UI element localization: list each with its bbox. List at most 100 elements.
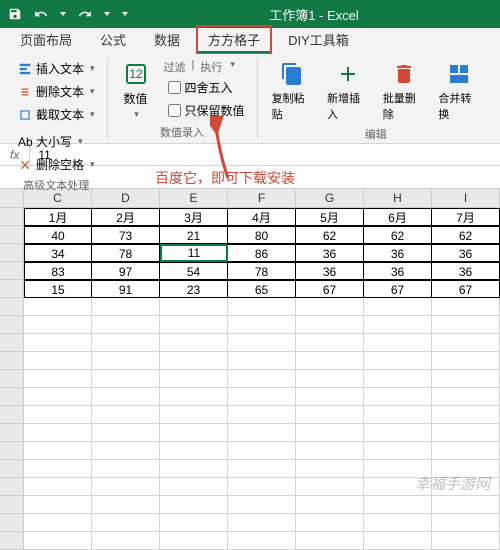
cell[interactable]: [92, 442, 160, 460]
dropdown-icon[interactable]: [100, 10, 114, 18]
cell[interactable]: [296, 532, 364, 550]
cell[interactable]: [160, 370, 228, 388]
cell[interactable]: 78: [92, 244, 160, 262]
cell[interactable]: [296, 406, 364, 424]
cell[interactable]: [432, 514, 500, 532]
column-header[interactable]: D: [92, 189, 160, 208]
cell[interactable]: [160, 298, 228, 316]
row-header[interactable]: [0, 316, 24, 334]
cell[interactable]: 73: [92, 226, 160, 244]
cell[interactable]: [92, 370, 160, 388]
cell[interactable]: 15: [24, 280, 92, 298]
round-checkbox[interactable]: 四舍五入: [164, 77, 249, 98]
save-icon[interactable]: [4, 5, 26, 23]
cell[interactable]: [160, 514, 228, 532]
cell[interactable]: [160, 532, 228, 550]
cell[interactable]: [364, 424, 432, 442]
tab-data[interactable]: 数据: [142, 25, 192, 54]
cell[interactable]: [364, 352, 432, 370]
cell[interactable]: [432, 388, 500, 406]
row-header[interactable]: [0, 532, 24, 550]
cell[interactable]: 2月: [92, 208, 160, 226]
row-header[interactable]: [0, 208, 24, 226]
cell[interactable]: [24, 478, 92, 496]
insert-new-button[interactable]: 新增插入: [321, 58, 375, 124]
cell[interactable]: 36: [432, 244, 500, 262]
cell[interactable]: [296, 478, 364, 496]
cell[interactable]: [364, 406, 432, 424]
cell[interactable]: 67: [364, 280, 432, 298]
cell[interactable]: 4月: [228, 208, 296, 226]
cell[interactable]: [432, 352, 500, 370]
cell[interactable]: [24, 532, 92, 550]
delete-spaces-button[interactable]: 删除空格▾: [14, 154, 99, 175]
row-header[interactable]: [0, 226, 24, 244]
cell[interactable]: 62: [432, 226, 500, 244]
cell[interactable]: 36: [432, 262, 500, 280]
cell[interactable]: [24, 460, 92, 478]
cell[interactable]: 40: [24, 226, 92, 244]
cell[interactable]: [24, 298, 92, 316]
cell[interactable]: [24, 442, 92, 460]
row-header[interactable]: [0, 514, 24, 532]
cell[interactable]: [160, 316, 228, 334]
cell[interactable]: [228, 424, 296, 442]
cell[interactable]: [296, 370, 364, 388]
dropdown-icon[interactable]: [56, 10, 70, 18]
cell[interactable]: [92, 532, 160, 550]
insert-text-button[interactable]: 插入文本▾: [14, 58, 99, 79]
cell[interactable]: [296, 316, 364, 334]
cell[interactable]: [92, 514, 160, 532]
cell[interactable]: 54: [160, 262, 228, 280]
cell[interactable]: [364, 496, 432, 514]
cell[interactable]: [228, 316, 296, 334]
cell[interactable]: [160, 496, 228, 514]
cell[interactable]: [24, 424, 92, 442]
cell[interactable]: [296, 352, 364, 370]
cell[interactable]: [24, 514, 92, 532]
row-header[interactable]: [0, 496, 24, 514]
cell[interactable]: 78: [228, 262, 296, 280]
cell[interactable]: [296, 334, 364, 352]
cell[interactable]: [92, 316, 160, 334]
cell[interactable]: 21: [160, 226, 228, 244]
tab-page-layout[interactable]: 页面布局: [8, 25, 84, 54]
cell[interactable]: [364, 388, 432, 406]
cell[interactable]: [432, 406, 500, 424]
row-header[interactable]: [0, 460, 24, 478]
cell[interactable]: 23: [160, 280, 228, 298]
cell[interactable]: [160, 442, 228, 460]
cell[interactable]: [160, 424, 228, 442]
cell[interactable]: [364, 370, 432, 388]
row-header[interactable]: [0, 280, 24, 298]
cell[interactable]: [92, 298, 160, 316]
column-header[interactable]: I: [432, 189, 500, 208]
cell[interactable]: [92, 406, 160, 424]
cell[interactable]: 97: [92, 262, 160, 280]
cell[interactable]: 5月: [296, 208, 364, 226]
cell[interactable]: 36: [364, 262, 432, 280]
cell[interactable]: [296, 496, 364, 514]
cell[interactable]: [296, 298, 364, 316]
copy-paste-button[interactable]: 复制粘贴: [266, 58, 320, 124]
cell[interactable]: 34: [24, 244, 92, 262]
cell[interactable]: [228, 352, 296, 370]
cell[interactable]: [92, 424, 160, 442]
row-header[interactable]: [0, 244, 24, 262]
cell[interactable]: [160, 352, 228, 370]
cell[interactable]: [296, 388, 364, 406]
cell[interactable]: 7月: [432, 208, 500, 226]
cell[interactable]: [432, 532, 500, 550]
cell[interactable]: 6月: [364, 208, 432, 226]
cell[interactable]: 67: [296, 280, 364, 298]
row-header[interactable]: [0, 334, 24, 352]
cell[interactable]: [228, 442, 296, 460]
cell[interactable]: [92, 460, 160, 478]
cell[interactable]: [92, 388, 160, 406]
tab-diy-tools[interactable]: DIY工具箱: [276, 25, 361, 54]
cell[interactable]: 65: [228, 280, 296, 298]
cell[interactable]: 36: [364, 244, 432, 262]
cell[interactable]: [24, 388, 92, 406]
tab-formulas[interactable]: 公式: [88, 25, 138, 54]
cell[interactable]: [24, 316, 92, 334]
